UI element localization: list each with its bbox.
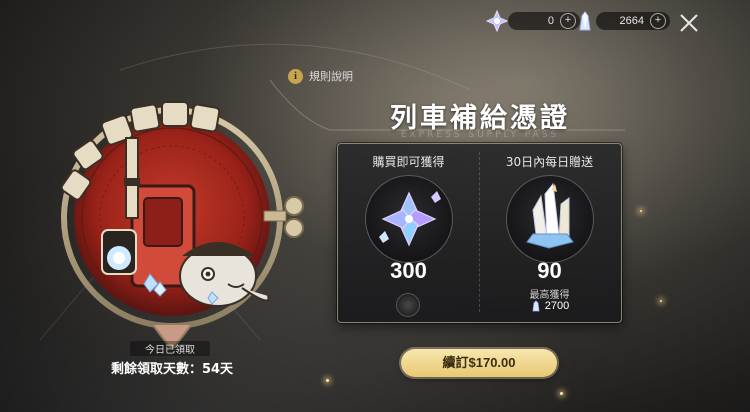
purchase-reward-header: 購買即可獲得 <box>372 155 445 169</box>
daily-reward-amount: 90 <box>537 258 562 283</box>
purchase-reward-amount: 300 <box>390 258 427 283</box>
sparkle <box>326 379 329 382</box>
add-crystal-button[interactable]: + <box>650 13 666 29</box>
page-subtitle: EXPRESS SUPPLY PASS <box>400 130 560 140</box>
sparkle <box>640 210 642 212</box>
daily-reward-header: 30日內每日贈送 <box>505 155 594 169</box>
currency-star-jade: 0 + <box>486 10 580 32</box>
sparkle <box>560 392 563 395</box>
remaining-days-label: 剩餘領取天數：54天 <box>110 362 234 377</box>
oneiric-shard-icon <box>579 11 591 31</box>
max-gain-number: 2700 <box>544 300 570 312</box>
purchase-reward: 購買即可獲得 300 <box>338 144 479 322</box>
star-jade-icon <box>486 10 508 32</box>
oneiric-shard-small-icon <box>532 300 540 312</box>
supply-pass-badge <box>60 101 304 348</box>
crystal-value: 2664 <box>619 15 644 27</box>
max-gain-value: 2700 <box>479 300 620 312</box>
renew-purchase-button[interactable]: 續訂$170.00 <box>401 349 557 377</box>
star-jade-value: 0 <box>547 15 554 27</box>
reward-panel: 購買即可獲得 300 30日內每日贈送 90 最高獲得 2700 <box>337 143 622 323</box>
stellar-jade-crystal-icon <box>526 182 574 249</box>
currency-crystal: 2664 + <box>574 10 670 32</box>
decorative-knob <box>396 293 420 317</box>
daily-reward: 30日內每日贈送 90 最高獲得 2700 <box>479 144 620 322</box>
close-icon[interactable] <box>676 10 702 36</box>
sparkle <box>660 300 662 302</box>
claimed-today-label: 今日已領取 <box>130 341 210 356</box>
max-gain-label: 最高獲得 <box>529 290 570 301</box>
oneiric-shard-cluster-icon <box>379 191 441 247</box>
